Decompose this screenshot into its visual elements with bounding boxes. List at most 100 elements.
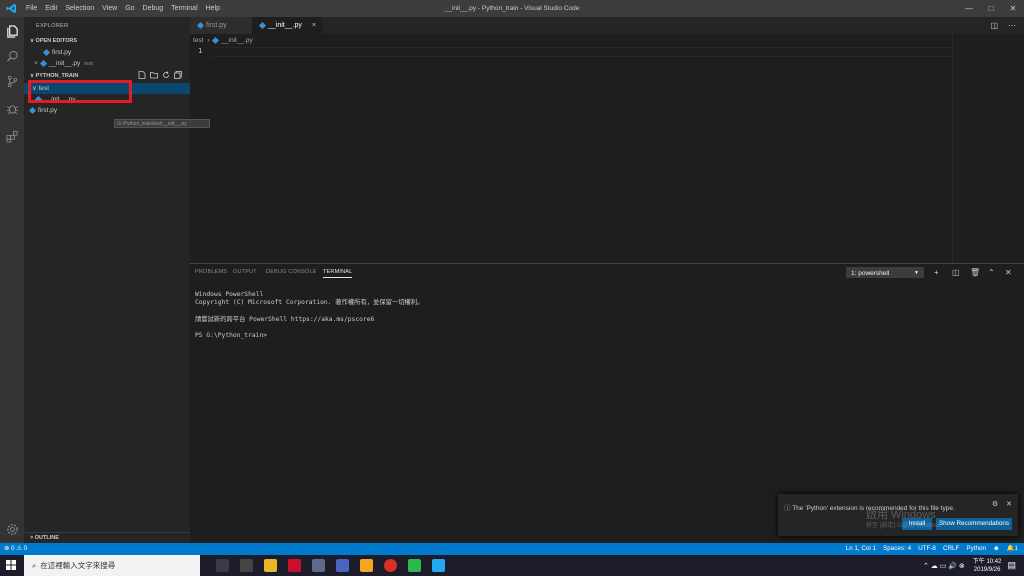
menu-terminal[interactable]: Terminal	[167, 0, 201, 17]
editor-tabs: first.py __init__.py × ◫ ⋯	[190, 17, 1024, 34]
terminal-select[interactable]: 1: powershell ▼	[846, 267, 924, 278]
terminal-line: ​	[195, 324, 423, 332]
terminal-line: PS G:\Python_train>	[195, 332, 268, 340]
refresh-icon[interactable]	[162, 71, 170, 79]
collapse-all-icon[interactable]	[174, 71, 182, 79]
menu-debug[interactable]: Debug	[139, 0, 168, 17]
clock-date[interactable]: 2019/9/26	[973, 566, 1002, 574]
explorer-title: EXPLORER	[36, 23, 69, 29]
file-first-py[interactable]: first.py	[24, 105, 190, 116]
title-bar: File Edit Selection View Go Debug Termin…	[0, 0, 1024, 17]
vscode-taskbar-icon[interactable]	[432, 559, 445, 572]
breadcrumb-file[interactable]: __init__.py	[221, 37, 252, 44]
split-editor-icon[interactable]: ◫	[990, 17, 998, 34]
line-app-icon[interactable]	[408, 559, 421, 572]
terminal-line: Windows PowerShell	[195, 291, 264, 298]
tab-init-py[interactable]: __init__.py ×	[252, 17, 322, 34]
file-explorer-icon[interactable]	[264, 559, 277, 572]
chevron-down-icon: ▼	[914, 270, 919, 276]
status-bar: ⊗ 0 ⚠ 0 Ln 1, Col 1 Spaces: 4 UTF-8 CRLF…	[0, 543, 1024, 555]
windows-start-icon[interactable]	[6, 560, 16, 570]
python-file-icon	[258, 21, 267, 29]
new-terminal-icon[interactable]: +	[934, 268, 939, 277]
highlight-box	[28, 80, 132, 103]
notifications-bell[interactable]: 🔔1	[1007, 543, 1018, 555]
search-icon: ⌕	[32, 561, 37, 570]
menu-go[interactable]: Go	[121, 0, 138, 17]
taskbar-app-icon[interactable]	[336, 559, 349, 572]
tab-output[interactable]: OUTPUT	[233, 269, 257, 275]
taskbar-app-icon[interactable]	[288, 559, 301, 572]
breadcrumb-folder[interactable]: test	[193, 37, 203, 44]
tab-first-py[interactable]: first.py	[190, 17, 252, 34]
extensions-icon[interactable]	[3, 127, 21, 145]
menu-selection[interactable]: Selection	[61, 0, 98, 17]
terminal-line: ​	[195, 307, 423, 315]
menu-file[interactable]: File	[22, 0, 41, 17]
menu-help[interactable]: Help	[202, 0, 224, 17]
taskbar-app-icon[interactable]	[360, 559, 373, 572]
warnings-count[interactable]: ⚠ 0	[16, 545, 27, 552]
taskbar-app-icon[interactable]	[240, 559, 253, 572]
new-file-icon[interactable]	[138, 71, 146, 79]
menu-edit[interactable]: Edit	[41, 0, 61, 17]
taskbar-search-box[interactable]: ⌕ 在這裡輸入文字來搜尋	[24, 555, 200, 576]
open-editors-header[interactable]: ∨ OPEN EDITORS	[24, 36, 190, 47]
new-folder-icon[interactable]	[150, 71, 158, 79]
terminal-output[interactable]: Windows PowerShell Copyright (C) Microsof…	[195, 291, 423, 340]
clock-time[interactable]: 下午 10:42	[973, 558, 1002, 566]
encoding[interactable]: UTF-8	[918, 543, 936, 555]
action-center-icon[interactable]: ▤	[1007, 560, 1016, 571]
tab-debug-console[interactable]: DEBUG CONSOLE	[266, 269, 317, 275]
indentation[interactable]: Spaces: 4	[883, 543, 911, 555]
taskbar-app-icon[interactable]	[312, 559, 325, 572]
python-file-icon	[39, 59, 47, 67]
language-mode[interactable]: Python	[966, 543, 986, 555]
close-notification-icon[interactable]: ✕	[1006, 501, 1012, 508]
maximize-button[interactable]: □	[980, 0, 1002, 17]
task-view-icon[interactable]	[216, 559, 229, 572]
line-ending[interactable]: CRLF	[943, 543, 959, 555]
open-editor-init-py[interactable]: × __init__.py test	[24, 58, 190, 69]
source-control-icon[interactable]	[3, 72, 21, 90]
gear-icon[interactable]: ⚙	[992, 501, 998, 508]
python-file-icon	[196, 21, 205, 29]
feedback-smiley-icon[interactable]: ☻	[993, 543, 1000, 555]
tab-problems[interactable]: PROBLEMS	[195, 269, 227, 275]
minimap	[952, 34, 953, 264]
trash-icon[interactable]: 🗑	[970, 268, 980, 277]
menu-view[interactable]: View	[98, 0, 121, 17]
windows-taskbar: ⌕ 在這裡輸入文字來搜尋 ⌃ ☁ ▭ 🔊 ⊗ 下午 10:42 2019/9/26…	[0, 555, 1024, 576]
more-actions-icon[interactable]: ⋯	[1008, 17, 1016, 34]
search-icon[interactable]	[3, 47, 21, 65]
info-icon: ⓘ	[784, 505, 791, 512]
split-terminal-icon[interactable]: ◫	[952, 268, 960, 277]
close-tab-icon[interactable]: ×	[312, 22, 316, 29]
python-file-icon	[42, 48, 51, 56]
chrome-icon[interactable]	[384, 559, 397, 572]
cursor-position[interactable]: Ln 1, Col 1	[846, 543, 876, 555]
breadcrumb: test › __init__.py	[193, 36, 253, 44]
tab-terminal[interactable]: TERMINAL	[323, 269, 353, 278]
minimize-button[interactable]: —	[958, 0, 980, 17]
tray-icons[interactable]: ⌃ ☁ ▭ 🔊 ⊗	[923, 562, 965, 570]
errors-count[interactable]: ⊗ 0	[4, 545, 15, 552]
vscode-logo-icon	[4, 2, 18, 16]
open-editor-first-py[interactable]: first.py	[24, 47, 190, 58]
show-recommendations-button[interactable]: Show Recommendations	[936, 518, 1012, 530]
python-file-icon	[212, 36, 220, 44]
terminal-line: 請嘗試新的跨平台 PowerShell https://aka.ms/pscor…	[195, 315, 375, 323]
line-number: 1	[198, 47, 203, 55]
close-panel-icon[interactable]: ✕	[1005, 268, 1012, 277]
terminal-line: Copyright (C) Microsoft Corporation. 著作權…	[195, 299, 424, 307]
outline-header[interactable]: > OUTLINE	[24, 532, 190, 543]
close-window-button[interactable]: ✕	[1002, 0, 1024, 17]
activate-windows-subtext: 移至 [設定] 以啟用 Windows	[866, 523, 941, 529]
file-path-tooltip: G:\Python_train\test\__init__.py	[114, 119, 210, 128]
debug-icon[interactable]	[3, 99, 21, 117]
close-editor-icon[interactable]: ×	[34, 60, 38, 67]
settings-gear-icon[interactable]	[3, 520, 21, 538]
python-file-icon	[28, 106, 37, 114]
maximize-panel-icon[interactable]: ⌃	[988, 268, 995, 277]
explorer-icon[interactable]	[3, 22, 21, 40]
